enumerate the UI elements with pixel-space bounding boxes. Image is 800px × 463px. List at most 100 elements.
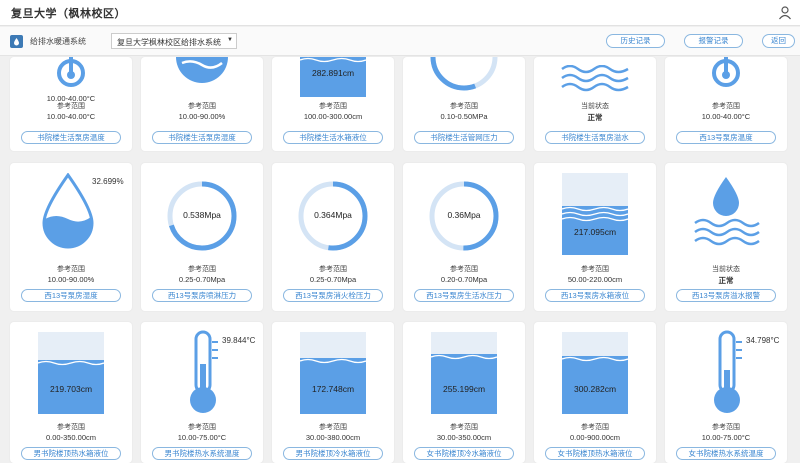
back-button[interactable]: 返回 bbox=[762, 34, 795, 48]
toolbar: 给排水暖通系统 复旦大学枫林校区给排水系统 ▼ 历史记录 报警记录 返回 bbox=[0, 27, 800, 56]
app-title: 复旦大学（枫林校区） bbox=[11, 8, 126, 20]
sensor-name-button[interactable]: 书院楼生活泵房湿度 bbox=[152, 131, 252, 144]
water-waves-icon bbox=[561, 65, 629, 92]
user-account-button[interactable] bbox=[776, 4, 794, 22]
range-value: 0.10-0.50MPa bbox=[440, 112, 488, 121]
range-value: 10.00-40.00°C bbox=[701, 112, 751, 121]
temperature-value: 34.798°C bbox=[746, 336, 780, 345]
range-value: 10.00-90.00% bbox=[178, 112, 226, 121]
sensor-name-button[interactable]: 书院楼生活管网压力 bbox=[414, 131, 514, 144]
range-label: 参考范围 bbox=[581, 424, 609, 431]
range-value: 10.00-90.00% bbox=[47, 275, 95, 284]
sensor-name-button[interactable]: 书院楼生活泵房溢水 bbox=[545, 131, 645, 144]
sensor-name-button[interactable]: 书院楼生活泵房温度 bbox=[21, 131, 121, 144]
temperature-value: 39.844°C bbox=[222, 336, 256, 345]
thermometer-icon bbox=[714, 330, 742, 413]
sensor-name-button[interactable]: 西13号泵房喷淋压力 bbox=[152, 289, 252, 302]
range-value: 10.00-75.00°C bbox=[701, 433, 751, 442]
water-drop-icon bbox=[176, 57, 228, 83]
range-value: 10.00-40.00°C bbox=[46, 112, 96, 121]
range-value: 10.00-75.00°C bbox=[177, 433, 227, 442]
range-label: 参考范围 bbox=[188, 266, 216, 273]
pressure-gauge-icon bbox=[430, 57, 498, 91]
thermometer-round-icon bbox=[712, 57, 740, 87]
sensor-name-button[interactable]: 西13号泵房温度 bbox=[676, 131, 776, 144]
sensor-card: 217.095cm 参考范围 50.00-220.00cm 西13号泵房水箱液位 bbox=[534, 163, 656, 311]
range-label: 参考范围 bbox=[188, 103, 216, 110]
sensor-card: 39.844°C 参考范围 10.00-75.00°C 男书院楼热水系统温度 bbox=[141, 322, 263, 463]
range-value: 50.00-220.00cm bbox=[567, 275, 623, 284]
tank-value: 300.282cm bbox=[573, 384, 617, 394]
range-label: 参考范围 bbox=[581, 266, 609, 273]
system-select[interactable]: 复旦大学枫林校区给排水系统 ▼ bbox=[111, 33, 237, 49]
sensor-name-button[interactable]: 男书院楼顶冷水箱液位 bbox=[283, 447, 383, 460]
state-value: 正常 bbox=[587, 113, 603, 122]
gauge-value: 0.36Mpa bbox=[447, 210, 481, 220]
sensor-name-button[interactable]: 男书院楼顶热水箱液位 bbox=[21, 447, 121, 460]
range-label: 参考范围 bbox=[712, 103, 740, 110]
sensor-card: 255.199cm 参考范围 30.00-350.00cm 女书院楼顶冷水箱液位 bbox=[403, 322, 525, 463]
sensor-name-button[interactable]: 西13号泵房水箱液位 bbox=[545, 289, 645, 302]
sensor-card: 219.703cm 参考范围 0.00-350.00cm 男书院楼顶热水箱液位 bbox=[10, 322, 132, 463]
thermometer-icon bbox=[190, 330, 218, 413]
range-value: 0.20-0.70Mpa bbox=[440, 275, 488, 284]
sensor-name-button[interactable]: 西13号泵房溢水报警 bbox=[676, 289, 776, 302]
sensor-card: 172.748cm 参考范围 30.00-380.00cm 男书院楼顶冷水箱液位 bbox=[272, 322, 394, 463]
tank-value: 282.891cm bbox=[311, 68, 355, 78]
range-value: 0.25-0.70Mpa bbox=[178, 275, 226, 284]
gauge-value: 0.364Mpa bbox=[314, 210, 352, 220]
system-label: 给排水暖通系统 bbox=[30, 37, 86, 46]
sensor-name-button[interactable]: 西13号泵房湿度 bbox=[21, 289, 121, 302]
chevron-down-icon: ▼ bbox=[227, 37, 233, 43]
tank-value: 172.748cm bbox=[311, 384, 355, 394]
state-label: 当前状态 bbox=[712, 266, 740, 273]
tank-level-icon bbox=[562, 173, 628, 255]
sensor-card: 0.538Mpa 参考范围 0.25-0.70Mpa 西13号泵房喷淋压力 bbox=[141, 163, 263, 311]
range-label: 参考范围 bbox=[319, 103, 347, 110]
range-value: 30.00-350.00cm bbox=[436, 433, 492, 442]
sensor-card: 0.364Mpa 参考范围 0.25-0.70Mpa 西13号泵房消火栓压力 bbox=[272, 163, 394, 311]
system-select-value: 复旦大学枫林校区给排水系统 bbox=[117, 38, 221, 47]
user-icon bbox=[779, 6, 791, 20]
range-value: 30.00-380.00cm bbox=[305, 433, 361, 442]
range-value: 0.00-350.00cm bbox=[45, 433, 97, 442]
history-button[interactable]: 历史记录 bbox=[606, 34, 665, 48]
tank-value: 255.199cm bbox=[442, 384, 486, 394]
tank-level-icon bbox=[431, 332, 497, 414]
sensor-card: 32.699% 参考范围 10.00-90.00% 西13号泵房湿度 bbox=[10, 163, 132, 311]
range-label: 参考范围 bbox=[57, 103, 85, 110]
sensor-name-button[interactable]: 西13号泵房消火栓压力 bbox=[283, 289, 383, 302]
range-label: 参考范围 bbox=[450, 424, 478, 431]
sensor-card: 300.282cm 参考范围 0.00-900.00cm 女书院楼顶热水箱液位 bbox=[534, 322, 656, 463]
thermometer-round-icon bbox=[57, 57, 85, 87]
humidity-value: 32.699% bbox=[92, 177, 124, 186]
sensor-name-button[interactable]: 西13号泵房生活水压力 bbox=[414, 289, 514, 302]
alarm-records-button[interactable]: 报警记录 bbox=[684, 34, 743, 48]
sensor-name-button[interactable]: 书院楼生活水箱液位 bbox=[283, 131, 383, 144]
sensor-name-button[interactable]: 男书院楼热水系统温度 bbox=[152, 447, 252, 460]
title-bar: 复旦大学（枫林校区） bbox=[0, 0, 800, 26]
range-label: 参考范围 bbox=[450, 266, 478, 273]
sensor-card: 34.798°C 参考范围 10.00-75.00°C 女书院楼热水系统温度 bbox=[665, 322, 787, 463]
range-label: 参考范围 bbox=[188, 424, 216, 431]
sensor-card: 0.36Mpa 参考范围 0.20-0.70Mpa 西13号泵房生活水压力 bbox=[403, 163, 525, 311]
overflow-alarm-icon bbox=[694, 177, 760, 246]
sensor-name-button[interactable]: 女书院楼热水系统温度 bbox=[676, 447, 776, 460]
sensor-card: 当前状态 正常 西13号泵房溢水报警 bbox=[665, 163, 787, 311]
range-label: 参考范围 bbox=[319, 424, 347, 431]
range-label: 参考范围 bbox=[57, 424, 85, 431]
sensor-name-button[interactable]: 女书院楼顶热水箱液位 bbox=[545, 447, 645, 460]
range-label: 参考范围 bbox=[712, 424, 740, 431]
sensor-name-button[interactable]: 女书院楼顶冷水箱液位 bbox=[414, 447, 514, 460]
tank-value: 219.703cm bbox=[49, 384, 93, 394]
state-value: 正常 bbox=[718, 276, 734, 285]
range-label: 参考范围 bbox=[319, 266, 347, 273]
state-label: 当前状态 bbox=[581, 103, 609, 110]
gauge-value: 0.538Mpa bbox=[183, 210, 221, 220]
tank-level-icon bbox=[38, 332, 104, 414]
tank-level-icon bbox=[300, 332, 366, 414]
range-value: 100.00-300.00cm bbox=[303, 112, 363, 121]
tank-value: 217.095cm bbox=[573, 227, 617, 237]
range-value: 0.00-900.00cm bbox=[569, 433, 621, 442]
range-value: 0.25-0.70Mpa bbox=[309, 275, 357, 284]
